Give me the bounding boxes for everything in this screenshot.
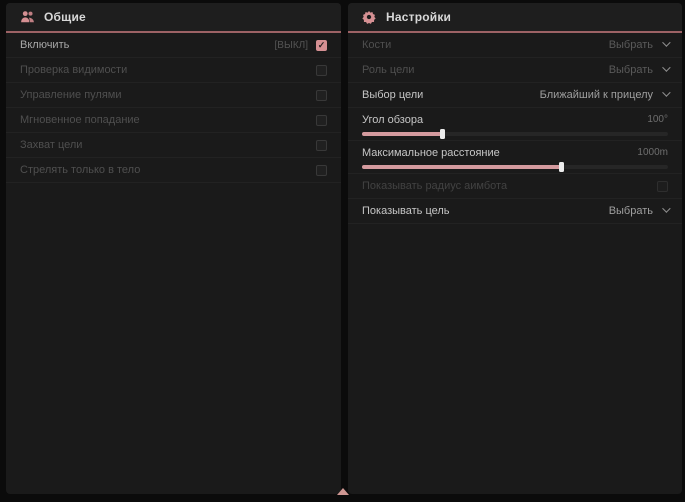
setting-label: Кости bbox=[362, 39, 391, 51]
option-row-body-only[interactable]: Стрелять только в тело bbox=[6, 158, 341, 183]
slider-handle[interactable] bbox=[559, 162, 564, 172]
checkbox-visibility-check[interactable] bbox=[316, 65, 327, 76]
option-label: Стрелять только в тело bbox=[20, 164, 140, 176]
dropdown-value: Выбрать bbox=[609, 205, 653, 217]
panel-title: Общие bbox=[44, 10, 86, 24]
fov-slider[interactable] bbox=[362, 132, 668, 136]
setting-row-show-radius[interactable]: Показывать радиус аимбота bbox=[348, 174, 682, 199]
show-target-dropdown[interactable]: Выбрать bbox=[609, 205, 668, 217]
setting-row-max-distance: Максимальное расстояние 1000m bbox=[348, 141, 682, 174]
panel-settings: Настройки Кости Выбрать Роль цели Выбрат… bbox=[348, 3, 682, 494]
option-row-visibility-check[interactable]: Проверка видимости bbox=[6, 58, 341, 83]
option-label: Захват цели bbox=[20, 139, 82, 151]
keybind-hint: [ВЫКЛ] bbox=[275, 40, 308, 51]
setting-label: Роль цели bbox=[362, 64, 414, 76]
option-row-instant-hit[interactable]: Мгновенное попадание bbox=[6, 108, 341, 133]
option-row-bullet-control[interactable]: Управление пулями bbox=[6, 83, 341, 108]
panel-settings-header: Настройки bbox=[348, 3, 682, 33]
panel-general-header: Общие bbox=[6, 3, 341, 33]
scroll-up-indicator[interactable] bbox=[337, 488, 349, 495]
chevron-down-icon bbox=[662, 88, 670, 96]
setting-label: Выбор цели bbox=[362, 89, 423, 101]
slider-value: 100° bbox=[647, 114, 668, 125]
setting-row-target-role[interactable]: Роль цели Выбрать bbox=[348, 58, 682, 83]
setting-label: Показывать цель bbox=[362, 205, 450, 217]
dropdown-value: Выбрать bbox=[609, 39, 653, 51]
chevron-down-icon bbox=[662, 63, 670, 71]
option-label: Мгновенное попадание bbox=[20, 114, 140, 126]
slider-handle[interactable] bbox=[440, 129, 445, 139]
option-label: Проверка видимости bbox=[20, 64, 127, 76]
setting-label: Угол обзора bbox=[362, 114, 423, 126]
checkbox-show-radius[interactable] bbox=[657, 181, 668, 192]
gear-icon bbox=[362, 10, 377, 24]
setting-label: Максимальное расстояние bbox=[362, 147, 500, 159]
dropdown-value: Ближайший к прицелу bbox=[540, 89, 653, 101]
option-label: Включить bbox=[20, 39, 69, 51]
bones-dropdown[interactable]: Выбрать bbox=[609, 39, 668, 51]
option-row-target-lock[interactable]: Захват цели bbox=[6, 133, 341, 158]
checkbox-body-only[interactable] bbox=[316, 165, 327, 176]
dropdown-value: Выбрать bbox=[609, 64, 653, 76]
panel-general: Общие Включить [ВЫКЛ] Проверка видимости… bbox=[6, 3, 341, 494]
users-icon bbox=[20, 10, 35, 24]
chevron-down-icon bbox=[662, 38, 670, 46]
max-distance-slider[interactable] bbox=[362, 165, 668, 169]
checkbox-instant-hit[interactable] bbox=[316, 115, 327, 126]
panel-title: Настройки bbox=[386, 10, 451, 24]
setting-row-target-select[interactable]: Выбор цели Ближайший к прицелу bbox=[348, 83, 682, 108]
chevron-down-icon bbox=[662, 204, 670, 212]
target-select-dropdown[interactable]: Ближайший к прицелу bbox=[540, 89, 668, 101]
checkbox-target-lock[interactable] bbox=[316, 140, 327, 151]
setting-row-bones[interactable]: Кости Выбрать bbox=[348, 33, 682, 58]
slider-value: 1000m bbox=[637, 147, 668, 158]
setting-label: Показывать радиус аимбота bbox=[362, 180, 507, 192]
option-row-enable[interactable]: Включить [ВЫКЛ] bbox=[6, 33, 341, 58]
checkbox-enable[interactable] bbox=[316, 40, 327, 51]
option-label: Управление пулями bbox=[20, 89, 122, 101]
checkbox-bullet-control[interactable] bbox=[316, 90, 327, 101]
setting-row-fov: Угол обзора 100° bbox=[348, 108, 682, 141]
target-role-dropdown[interactable]: Выбрать bbox=[609, 64, 668, 76]
setting-row-show-target[interactable]: Показывать цель Выбрать bbox=[348, 199, 682, 224]
